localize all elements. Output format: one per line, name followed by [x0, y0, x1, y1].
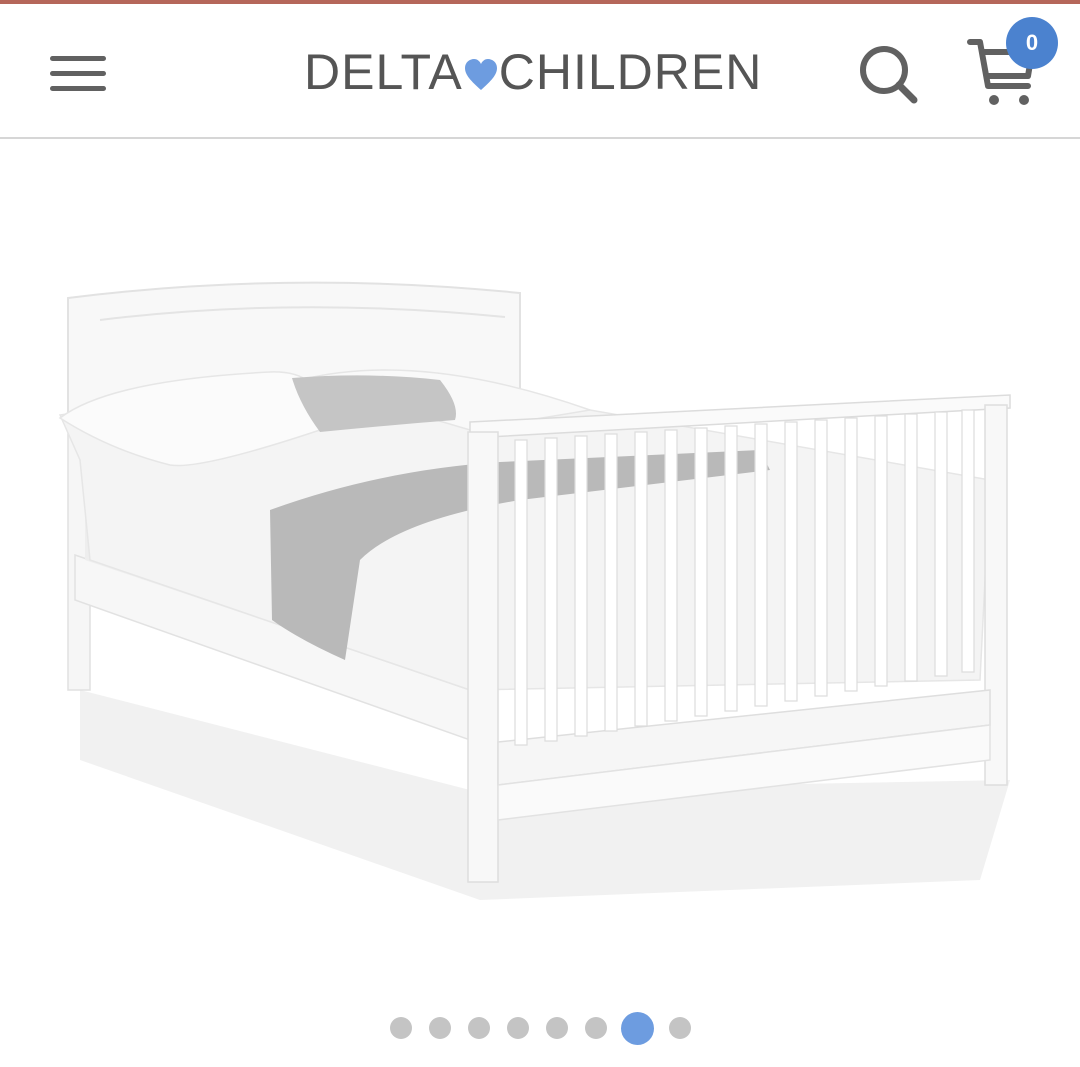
carousel-dot[interactable] — [467, 1017, 490, 1039]
hamburger-icon-line — [50, 86, 106, 91]
heart-icon — [464, 59, 497, 90]
carousel-dot-active[interactable] — [621, 1011, 654, 1045]
search-button[interactable] — [858, 44, 920, 106]
carousel-dot[interactable] — [668, 1017, 691, 1039]
carousel-dot[interactable] — [584, 1017, 607, 1039]
logo-text-delta: DELTA — [304, 44, 463, 100]
carousel-dot[interactable] — [545, 1017, 568, 1039]
carousel-dot[interactable] — [428, 1017, 451, 1039]
carousel-pagination — [0, 1008, 1080, 1048]
search-icon — [860, 46, 918, 104]
carousel-dot[interactable] — [506, 1017, 529, 1039]
hamburger-icon-line — [50, 56, 106, 61]
brand-logo[interactable]: DELTA CHILDREN — [304, 42, 762, 102]
logo-text-children: CHILDREN — [498, 44, 763, 100]
crib-bed-illustration — [58, 281, 1011, 900]
cart-count-badge: 0 — [1006, 17, 1058, 69]
menu-button[interactable] — [48, 50, 108, 96]
site-header: DELTA CHILDREN — [0, 4, 1080, 139]
carousel-dot[interactable] — [389, 1017, 412, 1039]
product-image[interactable] — [0, 140, 1080, 1000]
hamburger-icon-line — [50, 71, 106, 76]
